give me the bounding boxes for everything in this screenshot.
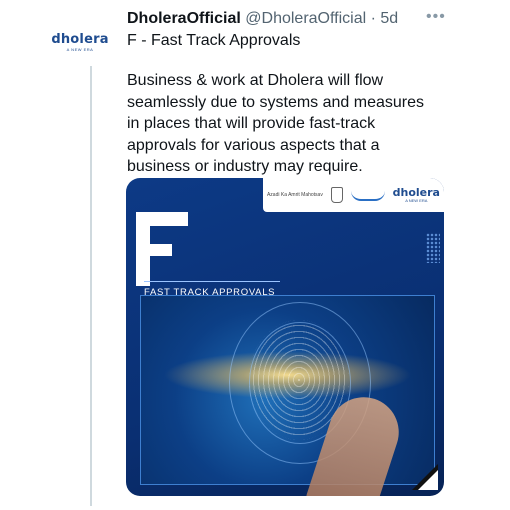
handle[interactable]: @DholeraOfficial — [245, 10, 366, 27]
avatar-logo-tag: A NEW ERA — [66, 46, 94, 52]
big-letter-f — [136, 212, 206, 286]
avatar-logo-word: dholera — [51, 31, 109, 47]
tweet-body: Business & work at Dholera will flow sea… — [127, 72, 425, 175]
tweet-header: DholeraOfficial @DholeraOfficial · 5d — [127, 9, 398, 29]
brand-tag: A NEW ERA — [405, 198, 428, 203]
logo-strip: Azadi Ka Amrit Mahotsav dholera A NEW ER… — [263, 178, 444, 212]
display-name[interactable]: DholeraOfficial — [127, 10, 241, 27]
national-emblem-icon — [330, 187, 343, 203]
thread-line — [90, 66, 92, 506]
azadi-logo: Azadi Ka Amrit Mahotsav — [266, 192, 323, 198]
timestamp[interactable]: 5d — [380, 10, 398, 27]
banner-title: FAST TRACK APPROVALS — [144, 281, 280, 298]
tweet-image[interactable]: Azadi Ka Amrit Mahotsav dholera A NEW ER… — [126, 178, 444, 496]
separator-dot: · — [370, 10, 376, 27]
avatar[interactable]: dholera A NEW ERA — [51, 18, 108, 66]
event-logo-icon — [350, 189, 385, 201]
tweet-title: F - Fast Track Approvals — [127, 32, 301, 49]
fingerprint-photo — [140, 295, 435, 496]
more-options-icon[interactable]: ••• — [426, 8, 446, 26]
dot-pattern — [426, 233, 440, 263]
page-curl-icon — [412, 464, 438, 490]
brand-word: dholera — [392, 186, 440, 199]
dholera-brand-logo: dholera A NEW ERA — [393, 187, 440, 203]
